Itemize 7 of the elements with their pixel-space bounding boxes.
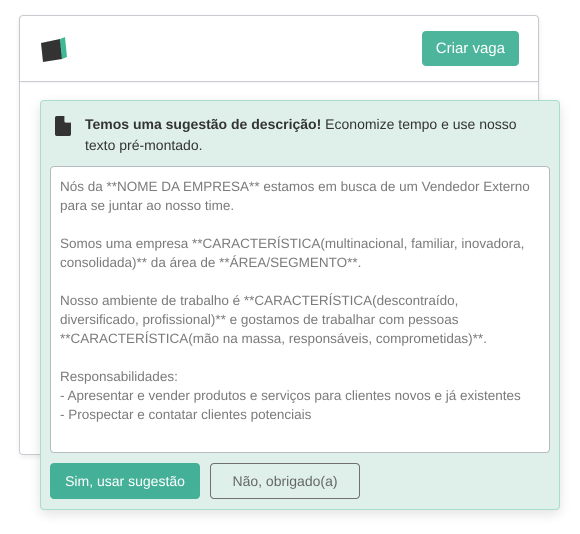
logo-icon	[40, 34, 68, 62]
description-text-area[interactable]: Nós da **NOME DA EMPRESA** estamos em busca de um Vendedor Externo para se juntar ao nosso time. Somos uma empresa **CARACTERÍSTICA(multinacional, familiar, inovadora, consolidada)** da área de **ÁREA/SEGMENTO**. Nosso ambiente de trabalho é **CARACTERÍSTICA(descontraído, diversificado, profissional)** e gostamos de trabalhar com pessoas **CARACTERÍSTICA(mão na massa, responsáveis, comprometidas)**. Responsabilidades: - Apresentar e vender produtos e serviços para clientes novos e já existentes - Prospectar e contatar clientes potenciais	[50, 166, 550, 453]
document-icon	[55, 116, 71, 136]
decline-button[interactable]: Não, obrigado(a)	[210, 463, 360, 499]
use-suggestion-button[interactable]: Sim, usar sugestão	[50, 463, 200, 499]
suggestion-message: Temos uma sugestão de descrição! Economize tempo e use nosso texto pré-montado.	[85, 115, 518, 155]
create-job-button[interactable]: Criar vaga	[422, 31, 519, 66]
